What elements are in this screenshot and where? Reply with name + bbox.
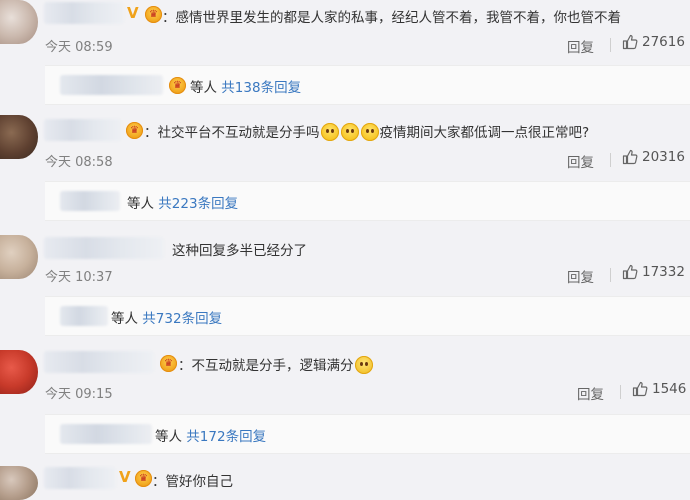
like-button[interactable]: 17332 bbox=[622, 264, 685, 280]
sub-replies-prefix: 等人 bbox=[155, 429, 182, 445]
username-blurred[interactable] bbox=[44, 467, 116, 489]
reply-button[interactable]: 回复 bbox=[567, 151, 594, 171]
avatar[interactable] bbox=[0, 0, 38, 44]
divider bbox=[610, 268, 611, 282]
avatar[interactable] bbox=[0, 466, 38, 500]
view-replies-link[interactable]: 共223条回复 bbox=[158, 196, 238, 212]
view-replies-link[interactable]: 共138条回复 bbox=[221, 80, 301, 96]
thumbs-up-icon bbox=[622, 149, 638, 165]
view-replies-link[interactable]: 共172条回复 bbox=[186, 429, 266, 445]
sub-replies-prefix: 等人 bbox=[190, 80, 217, 96]
emoji-smile-icon bbox=[320, 123, 339, 141]
like-button[interactable]: 20316 bbox=[622, 149, 685, 165]
username-blurred[interactable] bbox=[44, 2, 124, 24]
comment-3: 这种回复多半已经分了 今天 10:37 回复 17332 bbox=[0, 233, 690, 293]
reply-button[interactable]: 回复 bbox=[567, 266, 594, 286]
comment-text: ：不互动就是分手，逻辑满分 bbox=[178, 354, 374, 374]
thumbs-up-icon bbox=[632, 381, 648, 397]
comment-time: 今天 08:59 bbox=[45, 40, 113, 55]
replier-name-blurred bbox=[60, 75, 163, 95]
emoji-smile-icon bbox=[360, 123, 379, 141]
sub-replies-prefix: 等人 bbox=[111, 311, 138, 327]
member-badge-icon: ♛ bbox=[169, 77, 186, 94]
replier-name-blurred bbox=[60, 424, 152, 444]
comment-text: ：感情世界里发生的都是人家的私事，经纪人管不着，我管不着，你也管不着 bbox=[162, 10, 621, 26]
comment-text: ：社交平台不互动就是分手吗 疫情期间大家都低调一点很正常吧? bbox=[144, 123, 590, 141]
like-button[interactable]: 1546 bbox=[632, 381, 686, 397]
comment-text: 这种回复多半已经分了 bbox=[172, 243, 307, 259]
sub-replies-summary: 等人 共138条回复 bbox=[190, 76, 301, 96]
sub-replies-summary: 等人 共223条回复 bbox=[127, 192, 238, 212]
member-badge-icon: ♛ bbox=[135, 470, 152, 487]
username-blurred[interactable] bbox=[44, 237, 164, 259]
comment-time: 今天 09:15 bbox=[45, 387, 113, 402]
like-count: 1546 bbox=[652, 381, 687, 397]
sub-replies-summary: 等人 共172条回复 bbox=[155, 425, 266, 445]
comment-4: ♛ ：不互动就是分手，逻辑满分 今天 09:15 回复 1546 bbox=[0, 348, 690, 408]
comment-1: V ♛ ：感情世界里发生的都是人家的私事，经纪人管不着，我管不着，你也管不着 今… bbox=[0, 0, 690, 60]
divider bbox=[610, 38, 611, 52]
reply-button[interactable]: 回复 bbox=[567, 36, 594, 56]
avatar[interactable] bbox=[0, 115, 38, 159]
like-count: 27616 bbox=[642, 34, 685, 50]
replier-name-blurred bbox=[60, 306, 108, 326]
like-count: 17332 bbox=[642, 264, 685, 280]
member-badge-icon: ♛ bbox=[160, 355, 177, 372]
sub-replies-box[interactable]: 等人 共732条回复 bbox=[45, 296, 690, 336]
divider bbox=[620, 385, 621, 399]
thumbs-up-icon bbox=[622, 34, 638, 50]
comment-5: V ♛ ：管好你自己 bbox=[0, 462, 690, 500]
verified-v-icon: V bbox=[119, 468, 131, 486]
sub-replies-box[interactable]: 等人 共223条回复 bbox=[45, 181, 690, 221]
comment-time: 今天 10:37 bbox=[45, 270, 113, 285]
emoji-smile-icon bbox=[340, 123, 359, 141]
avatar[interactable] bbox=[0, 235, 38, 279]
emoji-sad-icon bbox=[354, 356, 373, 374]
member-badge-icon: ♛ bbox=[145, 6, 162, 23]
view-replies-link[interactable]: 共732条回复 bbox=[142, 311, 222, 327]
username-blurred[interactable] bbox=[44, 119, 122, 141]
like-button[interactable]: 27616 bbox=[622, 34, 685, 50]
thumbs-up-icon bbox=[622, 264, 638, 280]
username-blurred[interactable] bbox=[44, 351, 154, 373]
member-badge-icon: ♛ bbox=[126, 122, 143, 139]
comment-time: 今天 08:58 bbox=[45, 155, 113, 170]
sub-replies-box[interactable]: ♛ 等人 共138条回复 bbox=[45, 65, 690, 105]
reply-button[interactable]: 回复 bbox=[577, 383, 604, 403]
sub-replies-box[interactable]: 等人 共172条回复 bbox=[45, 414, 690, 454]
sub-replies-summary: 等人 共732条回复 bbox=[111, 307, 222, 327]
like-count: 20316 bbox=[642, 149, 685, 165]
replier-name-blurred bbox=[60, 191, 120, 211]
sub-replies-prefix: 等人 bbox=[127, 196, 154, 212]
verified-v-icon: V bbox=[127, 4, 139, 22]
comment-text: ：管好你自己 bbox=[152, 474, 233, 490]
divider bbox=[610, 153, 611, 167]
comment-2: ♛ ：社交平台不互动就是分手吗 疫情期间大家都低调一点很正常吧? 今天 08:58… bbox=[0, 115, 690, 175]
avatar[interactable] bbox=[0, 350, 38, 394]
